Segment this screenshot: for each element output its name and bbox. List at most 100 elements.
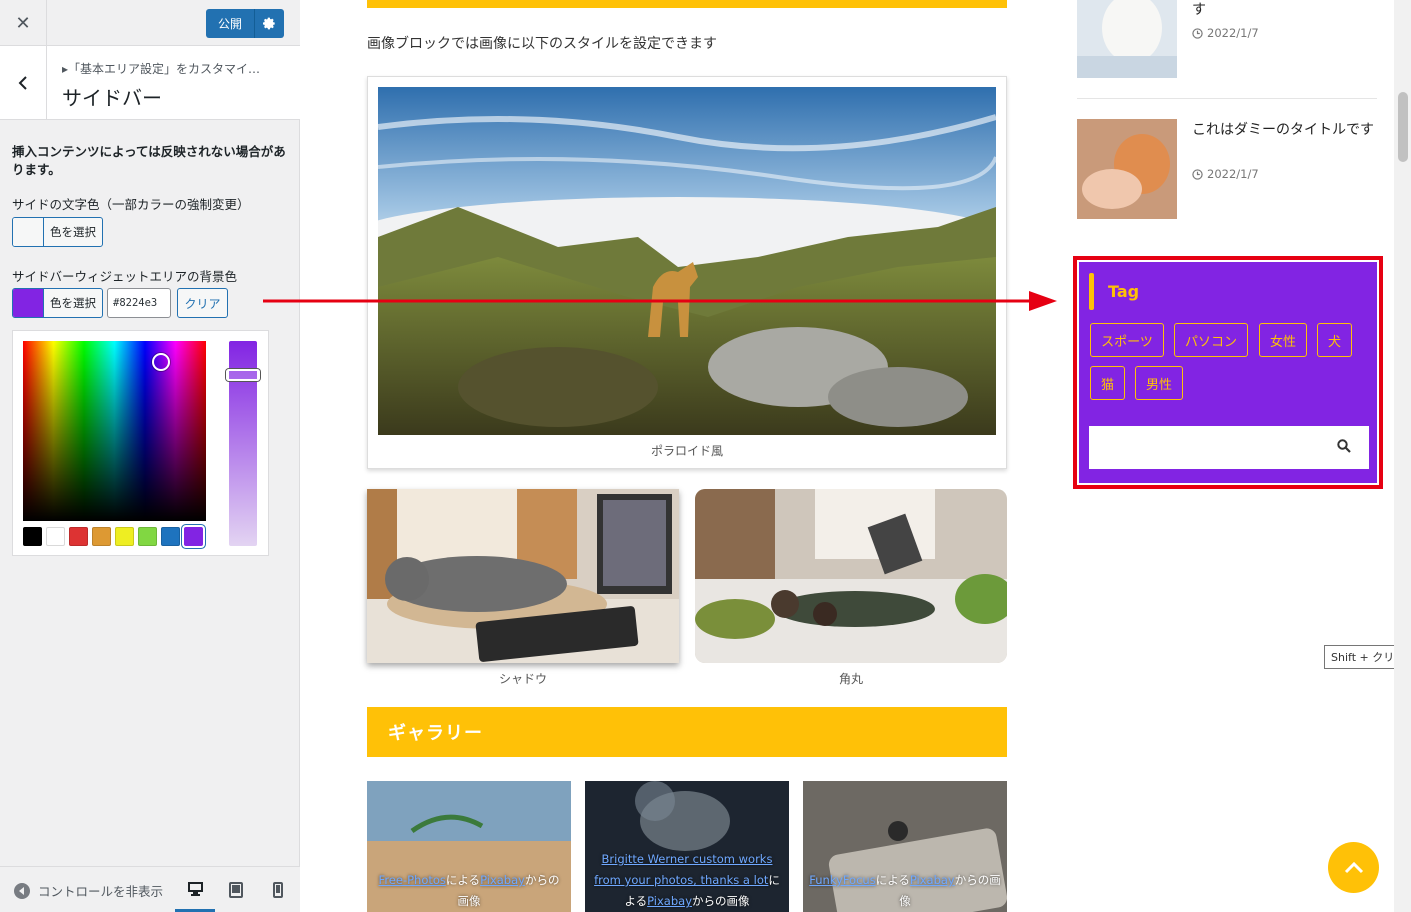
tag-widget-title: Tag <box>1108 282 1140 301</box>
highlight-frame: Tag スポーツ パソコン 女性 犬 猫 男性 <box>1073 256 1383 489</box>
sidebar-post[interactable]: す 2022/1/7 <box>1077 0 1377 78</box>
select-color-label: 色を選択 <box>50 225 96 239</box>
scrollbar-thumb[interactable] <box>1398 92 1408 162</box>
palette-swatch[interactable] <box>138 527 157 546</box>
customizer-panel: ✕ 公開 ▸「基本エリア設定」をカスタマイ… サイドバー 挿入コンテンツによって… <box>0 0 300 912</box>
tag-pc[interactable]: パソコン <box>1174 323 1248 357</box>
hue-handle[interactable] <box>226 369 260 381</box>
gallery-item[interactable]: Brigitte Werner custom works from your p… <box>585 781 789 912</box>
tag-cat[interactable]: 猫 <box>1090 366 1125 400</box>
bg-color-select-button[interactable]: 色を選択 <box>12 288 103 318</box>
bg-color-label: サイドバーウィジェットエリアの背景色 <box>12 269 238 284</box>
credit-link[interactable]: Free-Photos <box>379 873 446 887</box>
hide-controls-label: コントロールを非表示 <box>38 884 164 899</box>
polaroid-image-block: ポラロイド風 <box>367 76 1007 469</box>
tag-dog[interactable]: 犬 <box>1317 323 1352 357</box>
post-thumbnail[interactable] <box>1077 0 1177 78</box>
breadcrumb: ▸「基本エリア設定」をカスタマイ… <box>62 62 261 76</box>
sidebar-post[interactable]: これはダミーのタイトルです 2022/1/7 <box>1077 119 1377 219</box>
customizer-screen: ✕ 公開 ▸「基本エリア設定」をカスタマイ… サイドバー 挿入コンテンツによって… <box>0 0 1411 912</box>
gallery-caption: Brigitte Werner custom works from your p… <box>591 849 783 912</box>
publish-button[interactable]: 公開 <box>206 9 284 38</box>
post-divider <box>1077 98 1377 99</box>
saturation-area[interactable] <box>23 341 206 521</box>
gallery-caption: Free-PhotosによるPixabayからの画像 <box>373 870 565 912</box>
mountain-dog-photo <box>378 87 996 435</box>
polaroid-caption: ポラロイド風 <box>650 444 723 458</box>
close-icon: ✕ <box>15 12 31 34</box>
color-palette <box>23 527 203 546</box>
gallery-item[interactable]: FunkyFocusによるPixabayからの画像 <box>803 781 1007 912</box>
couple-bed-photo <box>695 489 1007 663</box>
scrollbar[interactable] <box>1394 0 1411 912</box>
post-date: 2022/1/7 <box>1192 26 1259 40</box>
yellow-bar <box>367 0 1007 8</box>
caption-text: による <box>445 873 481 887</box>
rounded-caption: 角丸 <box>838 672 863 686</box>
gear-icon[interactable] <box>255 17 284 30</box>
mobile-preview-button[interactable] <box>258 867 298 912</box>
site-preview: 画像ブロックでは画像に以下のスタイルを設定できます ポラロイド風 シャドウ 角丸… <box>300 0 1411 912</box>
back-button[interactable] <box>0 46 47 119</box>
search-icon[interactable] <box>1337 438 1351 457</box>
post-date-text: 2022/1/7 <box>1207 167 1259 181</box>
section-title: サイドバー <box>62 86 162 110</box>
palette-swatch[interactable] <box>115 527 134 546</box>
tag-widget: Tag スポーツ パソコン 女性 犬 猫 男性 <box>1079 262 1377 483</box>
publish-label: 公開 <box>217 17 242 31</box>
post-title[interactable]: す <box>1192 0 1377 21</box>
color-picker <box>12 330 269 556</box>
pixabay-link[interactable]: Pixabay <box>480 873 525 887</box>
search-input[interactable] <box>1089 426 1369 469</box>
chevron-left-icon <box>18 75 27 90</box>
select-color-label: 色を選択 <box>50 296 96 310</box>
customizer-footer: コントロールを非表示 <box>0 866 300 912</box>
post-date-text: 2022/1/7 <box>1207 26 1259 40</box>
annotation-arrow <box>263 291 1057 311</box>
text-color-select-button[interactable]: 色を選択 <box>12 217 103 247</box>
gallery-heading: ギャラリー <box>367 707 1007 757</box>
tag-sports[interactable]: スポーツ <box>1090 323 1164 357</box>
caption-text: からの画像 <box>692 894 750 908</box>
palette-swatch[interactable] <box>69 527 88 546</box>
desktop-icon <box>187 881 203 896</box>
shadow-caption: シャドウ <box>498 672 547 686</box>
close-button[interactable]: ✕ <box>0 0 47 46</box>
palette-swatch[interactable] <box>92 527 111 546</box>
collapse-icon <box>14 882 30 899</box>
tag-title-accent <box>1089 273 1094 310</box>
pixabay-link[interactable]: Pixabay <box>910 873 955 887</box>
tablet-preview-button[interactable] <box>216 867 256 912</box>
mobile-icon <box>273 882 283 898</box>
clock-icon <box>1192 168 1203 180</box>
hide-controls-button[interactable]: コントロールを非表示 <box>14 881 163 900</box>
caption-text: による <box>875 873 910 887</box>
clock-icon <box>1192 27 1203 39</box>
post-title[interactable]: これはダミーのタイトルです <box>1192 120 1377 141</box>
section-header: ▸「基本エリア設定」をカスタマイ… サイドバー <box>0 46 300 120</box>
pixabay-link[interactable]: Pixabay <box>647 894 692 908</box>
saturation-handle[interactable] <box>152 353 170 371</box>
palette-swatch[interactable] <box>161 527 180 546</box>
desktop-preview-button[interactable] <box>175 867 215 912</box>
clear-button[interactable]: クリア <box>177 288 228 318</box>
tablet-icon <box>229 882 243 898</box>
tag-woman[interactable]: 女性 <box>1259 323 1307 357</box>
notice-text: 挿入コンテンツによっては反映されない場合があります。 <box>12 144 286 177</box>
gallery-caption: FunkyFocusによるPixabayからの画像 <box>809 870 1001 912</box>
chevron-up-icon <box>1344 861 1363 873</box>
post-date: 2022/1/7 <box>1192 167 1259 181</box>
palette-swatch[interactable] <box>184 527 203 546</box>
scroll-to-top-button[interactable] <box>1328 842 1379 893</box>
credit-link[interactable]: Brigitte Werner custom works from your p… <box>594 852 772 887</box>
gallery-item[interactable]: Free-PhotosによるPixabayからの画像 <box>367 781 571 912</box>
text-color-swatch <box>13 218 44 246</box>
customizer-topbar: ✕ 公開 <box>0 0 300 46</box>
cat-laptop-photo <box>367 489 679 663</box>
credit-link[interactable]: FunkyFocus <box>809 873 875 887</box>
hex-color-input[interactable]: #8224e3 <box>107 288 171 318</box>
tag-man[interactable]: 男性 <box>1135 366 1183 400</box>
palette-swatch[interactable] <box>23 527 42 546</box>
post-thumbnail[interactable] <box>1077 119 1177 219</box>
palette-swatch[interactable] <box>46 527 65 546</box>
